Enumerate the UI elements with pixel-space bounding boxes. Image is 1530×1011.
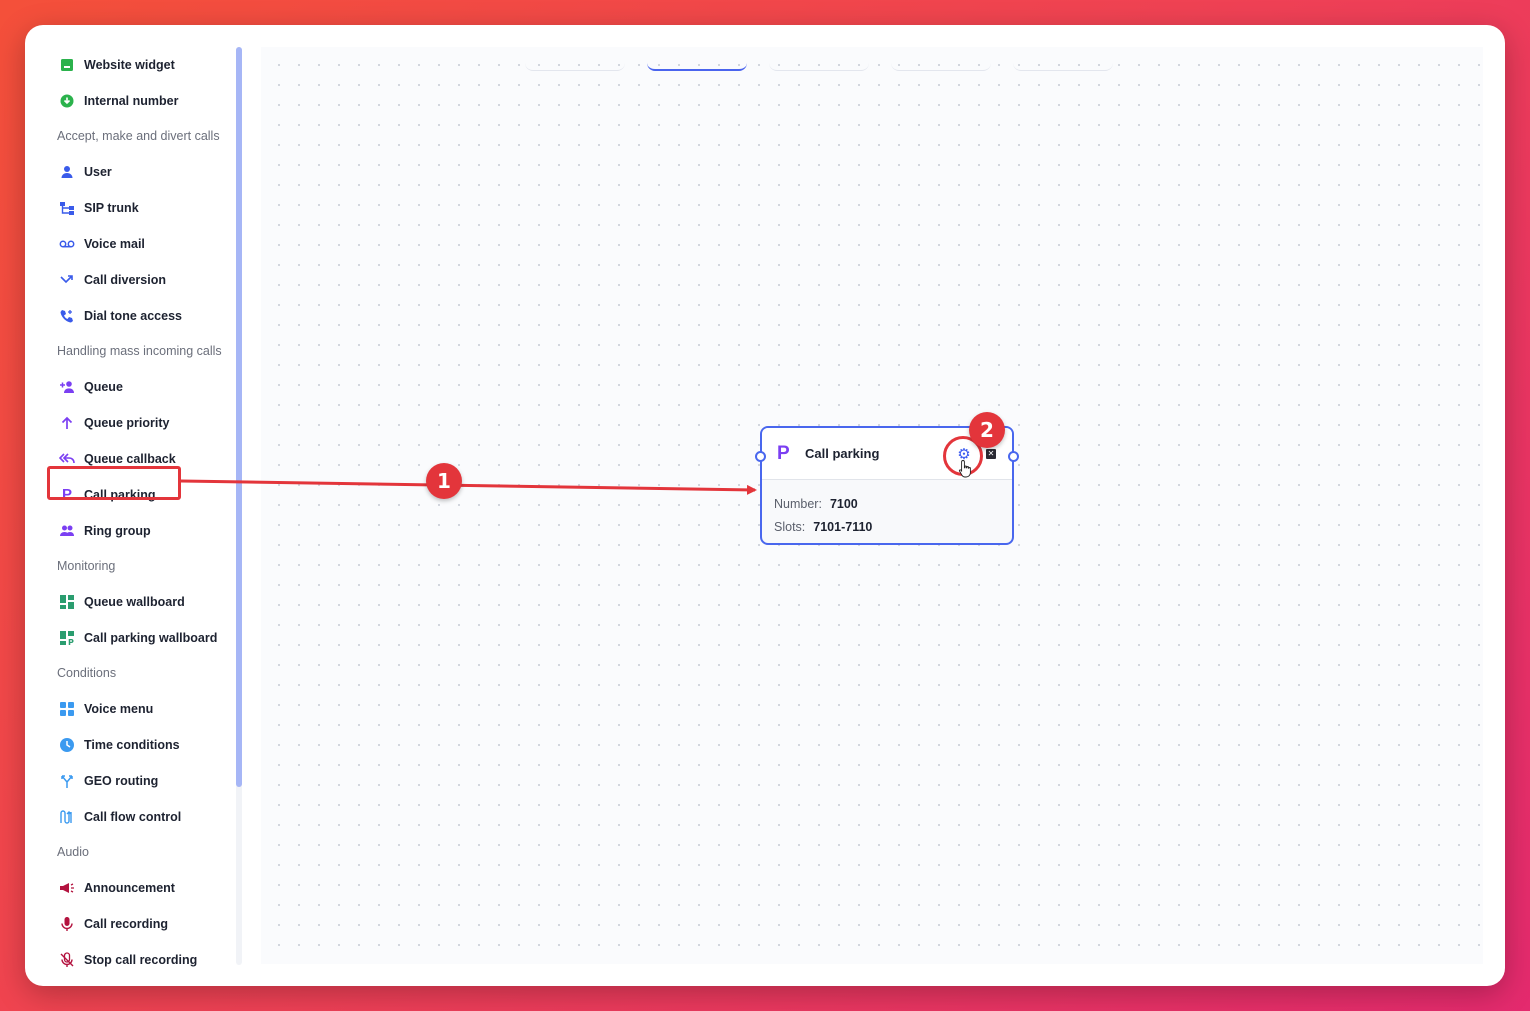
sidebar: Website widget Internal number Accept, m… xyxy=(25,25,243,986)
sidebar-item-queue-priority[interactable]: Queue priority xyxy=(25,405,243,441)
microphone-off-icon xyxy=(59,952,75,968)
sidebar-item-label: Call recording xyxy=(84,917,169,931)
wallboard-icon xyxy=(59,594,75,610)
sidebar-item-call-recording[interactable]: Call recording xyxy=(25,906,243,942)
hand-cursor-icon xyxy=(958,460,971,478)
user-icon xyxy=(59,164,75,180)
close-icon[interactable]: ✕ xyxy=(986,449,996,459)
sidebar-item-label: Time conditions xyxy=(84,738,180,752)
sidebar-item-label: Call diversion xyxy=(84,273,166,287)
sidebar-item-geo-routing[interactable]: GEO routing xyxy=(25,763,243,799)
sidebar-item-time-conditions[interactable]: Time conditions xyxy=(25,727,243,763)
sidebar-item-queue[interactable]: Queue xyxy=(25,369,243,405)
sidebar-item-website-widget[interactable]: Website widget xyxy=(25,47,243,83)
parking-icon: P xyxy=(777,442,790,464)
parking-icon: P xyxy=(61,486,72,503)
sidebar-item-announcement[interactable]: Announcement xyxy=(25,870,243,906)
toolbar-tab[interactable] xyxy=(525,61,625,71)
toolbar-tab-active[interactable] xyxy=(647,61,747,71)
toolbar-tab[interactable] xyxy=(891,61,991,71)
sidebar-item-label: Queue callback xyxy=(84,452,176,466)
internal-number-icon xyxy=(59,93,75,109)
sidebar-item-label: Call parking wallboard xyxy=(84,631,218,645)
node-body: Number: 7100 Slots: 7101-7110 xyxy=(762,480,1012,538)
sidebar-scrollbar-thumb[interactable] xyxy=(236,47,242,787)
sidebar-item-call-flow-control[interactable]: Call flow control xyxy=(25,799,243,835)
section-heading: Conditions xyxy=(57,666,117,680)
sidebar-item-call-diversion[interactable]: Call diversion xyxy=(25,262,243,298)
toolbar-tab[interactable] xyxy=(769,61,869,71)
sidebar-item-voice-menu[interactable]: Voice menu xyxy=(25,691,243,727)
sidebar-item-label: Ring group xyxy=(84,524,151,538)
svg-text:P: P xyxy=(68,638,74,646)
node-input-port[interactable] xyxy=(755,451,766,462)
dial-tone-icon xyxy=(59,308,75,324)
sidebar-item-call-parking[interactable]: P Call parking xyxy=(25,477,243,513)
sidebar-item-label: Queue wallboard xyxy=(84,595,185,609)
sidebar-item-user[interactable]: User xyxy=(25,154,243,190)
slots-value: 7101-7110 xyxy=(813,519,873,534)
flow-icon xyxy=(59,809,75,825)
arrow-up-icon xyxy=(59,415,75,431)
sidebar-item-label: SIP trunk xyxy=(84,201,139,215)
sidebar-item-ring-group[interactable]: Ring group xyxy=(25,513,243,549)
step-badge-1: 1 xyxy=(426,463,462,499)
group-icon xyxy=(59,523,75,539)
sidebar-item-label: Call parking xyxy=(84,488,156,502)
node-output-port[interactable] xyxy=(1008,451,1019,462)
sidebar-item-label: Website widget xyxy=(84,58,175,72)
section-heading: Monitoring xyxy=(57,559,116,573)
website-widget-icon xyxy=(59,57,75,73)
sip-trunk-icon xyxy=(59,200,75,216)
queue-icon xyxy=(59,379,75,395)
sidebar-item-label: Call flow control xyxy=(84,810,182,824)
sidebar-item-label: Dial tone access xyxy=(84,309,182,323)
sidebar-item-internal-number[interactable]: Internal number xyxy=(25,83,243,119)
sidebar-item-queue-callback[interactable]: Queue callback xyxy=(25,441,243,477)
sidebar-item-label: Voice mail xyxy=(84,237,145,251)
slots-label: Slots: xyxy=(774,519,806,534)
sidebar-item-voice-mail[interactable]: Voice mail xyxy=(25,226,243,262)
sidebar-item-label: User xyxy=(84,165,112,179)
app-window: Website widget Internal number Accept, m… xyxy=(25,25,1505,986)
sidebar-item-label: Announcement xyxy=(84,881,175,895)
grid-icon xyxy=(59,701,75,717)
megaphone-icon xyxy=(59,880,75,896)
sidebar-item-label: Queue priority xyxy=(84,416,170,430)
node-number-row: Number: 7100 xyxy=(774,492,1012,515)
sidebar-item-dial-tone-access[interactable]: Dial tone access xyxy=(25,298,243,334)
section-heading: Audio xyxy=(57,845,89,859)
node-slots-row: Slots: 7101-7110 xyxy=(774,515,1012,538)
call-diversion-icon xyxy=(59,272,75,288)
sidebar-item-label: Internal number xyxy=(84,94,179,108)
section-heading: Handling mass incoming calls xyxy=(57,344,222,358)
sidebar-item-label: Queue xyxy=(84,380,123,394)
sidebar-item-label: Voice menu xyxy=(84,702,154,716)
number-value: 7100 xyxy=(829,496,858,511)
microphone-icon xyxy=(59,916,75,932)
voicemail-icon xyxy=(59,236,75,252)
sidebar-item-label: Stop call recording xyxy=(84,953,198,967)
parking-wallboard-icon: P xyxy=(59,630,75,646)
sidebar-item-call-parking-wallboard[interactable]: P Call parking wallboard xyxy=(25,620,243,656)
sidebar-item-queue-wallboard[interactable]: Queue wallboard xyxy=(25,584,243,620)
sidebar-item-sip-trunk[interactable]: SIP trunk xyxy=(25,190,243,226)
clock-icon xyxy=(59,737,75,753)
toolbar-tab[interactable] xyxy=(1013,61,1113,71)
fork-icon xyxy=(59,773,75,789)
reply-all-icon xyxy=(59,451,75,467)
number-label: Number: xyxy=(774,496,822,511)
step-badge-2: 2 xyxy=(969,412,1005,448)
section-heading: Accept, make and divert calls xyxy=(57,129,220,143)
node-title: Call parking xyxy=(805,446,880,461)
sidebar-item-stop-call-recording[interactable]: Stop call recording xyxy=(25,942,243,978)
sidebar-item-label: GEO routing xyxy=(84,774,159,788)
